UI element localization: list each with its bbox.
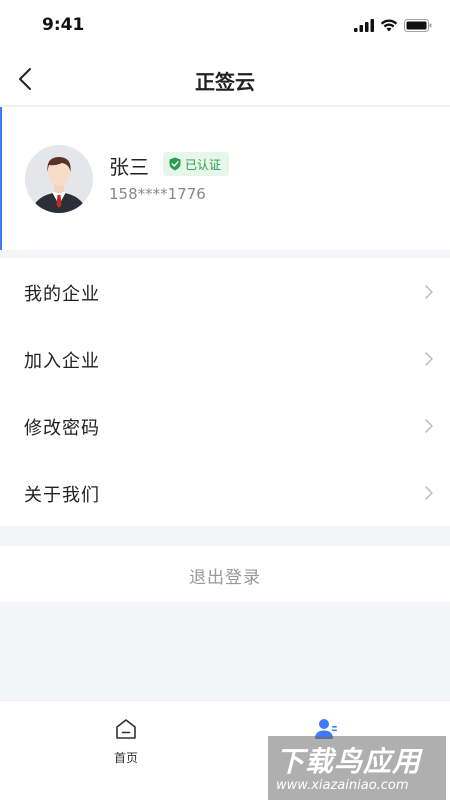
chevron-right-icon [425,419,433,433]
signal-icon [354,18,374,32]
logout-button[interactable]: 退出登录 [0,546,450,602]
menu-item-label: 关于我们 [24,485,100,506]
chevron-right-icon [425,352,433,366]
wifi-icon [380,19,398,31]
watermark: 下载鸟应用 www.xiazainiao.com [268,736,446,800]
menu-item-label: 修改密码 [24,418,100,439]
menu-item-label: 加入企业 [24,351,100,372]
logout-label: 退出登录 [189,568,261,588]
user-phone: 158****1776 [109,185,206,203]
menu-list: 我的企业 加入企业 修改密码 关于我们 [0,258,450,526]
home-icon [116,719,136,739]
menu-item-about-us[interactable]: 关于我们 [0,459,450,526]
battery-icon [404,18,432,32]
menu-item-label: 我的企业 [24,284,100,305]
profile-card[interactable]: 张三 已认证 158****1776 [0,107,450,250]
menu-item-change-password[interactable]: 修改密码 [0,392,450,459]
status-bar: 9:41 [0,0,450,52]
chevron-right-icon [425,285,433,299]
menu-item-my-enterprise[interactable]: 我的企业 [0,258,450,325]
watermark-title: 下载鸟应用 [276,745,422,778]
chevron-right-icon [425,486,433,500]
nav-bar: 正签云 [0,52,450,106]
avatar [25,145,93,213]
tab-home[interactable]: 首页 [66,713,186,773]
watermark-url: www.xiazainiao.com [276,778,409,793]
status-icons [354,17,432,33]
user-name: 张三 [109,155,149,179]
menu-item-join-enterprise[interactable]: 加入企业 [0,325,450,392]
shield-check-icon [169,157,181,171]
status-time: 9:41 [42,15,85,35]
verified-label: 已认证 [185,157,222,172]
verified-badge: 已认证 [163,152,230,176]
page-title: 正签云 [195,70,255,94]
tab-label: 首页 [113,751,138,765]
